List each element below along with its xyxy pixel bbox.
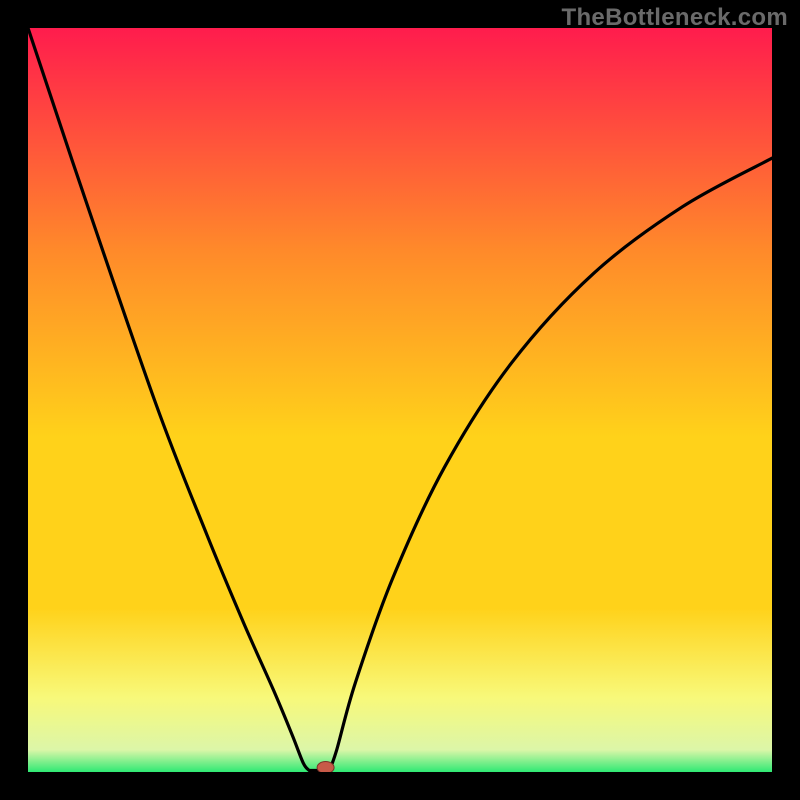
chart-svg [28, 28, 772, 772]
gradient-background [28, 28, 772, 772]
plot-area [28, 28, 772, 772]
frame: TheBottleneck.com [0, 0, 800, 800]
minimum-marker [317, 762, 334, 772]
watermark-text: TheBottleneck.com [562, 4, 788, 32]
